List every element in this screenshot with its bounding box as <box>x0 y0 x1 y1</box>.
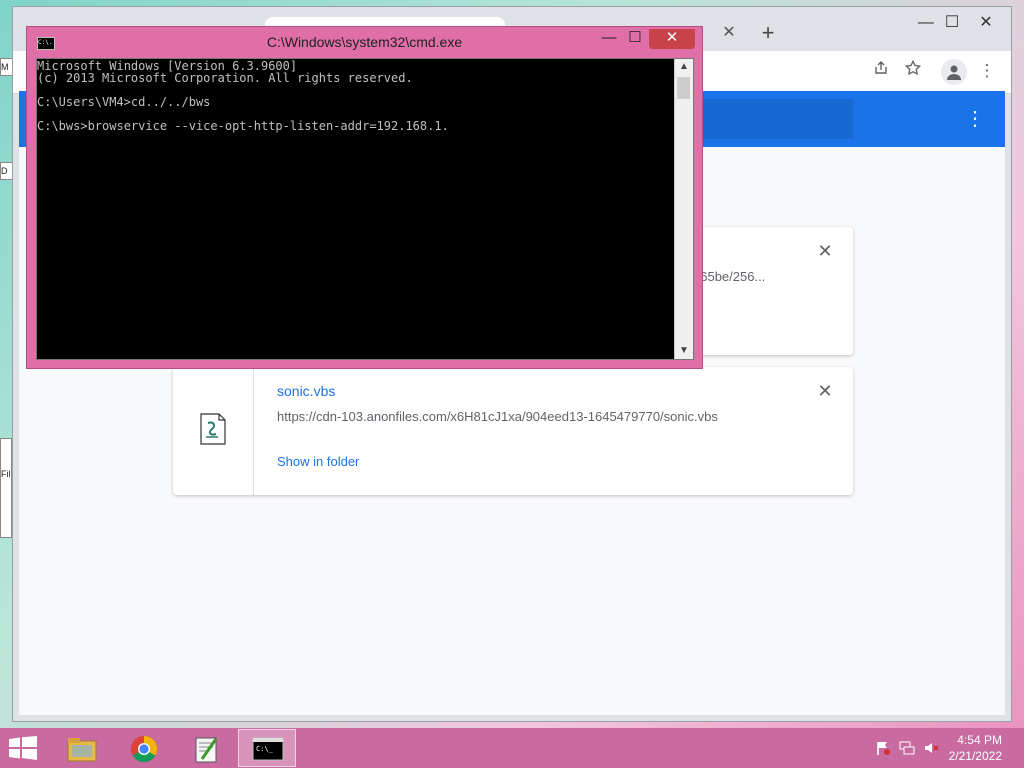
svg-text:C:\_: C:\_ <box>256 745 274 753</box>
cmd-close-button[interactable]: ✕ <box>649 29 695 49</box>
window-close-button[interactable]: ✕ <box>969 11 1003 35</box>
cmd-maximize-button[interactable]: ☐ <box>623 29 647 49</box>
tab-close-icon[interactable]: ✕ <box>719 23 739 43</box>
downloads-search-area[interactable] <box>689 99 853 139</box>
notepad-icon <box>195 737 218 763</box>
download-file-name[interactable]: sonic.vbs <box>277 383 335 399</box>
cmd-window: C:\. C:\Windows\system32\cmd.exe — ☐ ✕ M… <box>26 26 703 369</box>
share-icon[interactable] <box>869 59 893 83</box>
download-url: e65be/256... <box>693 269 766 284</box>
taskbar-clock[interactable]: 4:54 PM 2/21/2022 <box>922 732 1002 764</box>
taskbar-cmd[interactable]: C:\_ <box>238 729 296 767</box>
cmd-icon: C:\_ <box>252 737 284 761</box>
taskbar-notepad-plus[interactable] <box>176 729 234 767</box>
new-tab-button[interactable]: + <box>757 22 779 45</box>
download-close-icon[interactable]: ✕ <box>815 381 835 401</box>
window-maximize-button[interactable]: ☐ <box>935 11 969 35</box>
download-icon-column <box>173 367 254 495</box>
taskbar-chrome[interactable] <box>114 729 172 767</box>
action-center-flag-icon[interactable] <box>874 740 892 756</box>
downloads-menu-icon[interactable]: ⋮ <box>965 107 985 131</box>
clock-time: 4:54 PM <box>957 733 1002 747</box>
desktop-edge-file: Fil <box>0 438 12 538</box>
bookmark-star-icon[interactable] <box>901 59 925 83</box>
profile-avatar[interactable] <box>941 59 967 85</box>
download-url: https://cdn-103.anonfiles.com/x6H81cJ1xa… <box>277 409 718 424</box>
console-line: C:\bws>browservice --vice-opt-http-liste… <box>37 119 449 133</box>
clock-date: 2/21/2022 <box>948 749 1002 763</box>
show-in-folder-link[interactable]: Show in folder <box>277 454 359 469</box>
scroll-thumb[interactable] <box>677 77 690 99</box>
download-item: sonic.vbs https://cdn-103.anonfiles.com/… <box>173 367 853 495</box>
console-output[interactable]: Microsoft Windows [Version 6.3.9600] (c)… <box>36 58 694 360</box>
scroll-down-arrow-icon[interactable]: ▼ <box>675 343 693 359</box>
console-line: (c) 2013 Microsoft Corporation. All righ… <box>37 71 413 85</box>
taskbar: C:\_ 4:54 PM 2/21/2022 <box>0 728 1024 768</box>
browser-menu-icon[interactable]: ⋮ <box>975 59 999 83</box>
scroll-up-arrow-icon[interactable]: ▲ <box>675 59 693 75</box>
folder-icon <box>67 738 97 762</box>
script-file-icon <box>200 413 226 445</box>
network-icon[interactable] <box>898 740 916 756</box>
windows-start-icon[interactable] <box>8 736 38 760</box>
cmd-titlebar[interactable]: C:\. C:\Windows\system32\cmd.exe — ☐ ✕ <box>27 27 702 57</box>
taskbar-file-explorer[interactable] <box>52 729 110 767</box>
console-lines: Microsoft Windows [Version 6.3.9600] (c)… <box>37 60 675 359</box>
console-line: C:\Users\VM4>cd../../bws <box>37 95 211 109</box>
chrome-icon <box>130 735 158 763</box>
console-scrollbar[interactable]: ▲ ▼ <box>674 59 693 359</box>
cmd-minimize-button[interactable]: — <box>597 29 621 49</box>
download-close-icon[interactable]: ✕ <box>815 241 835 261</box>
